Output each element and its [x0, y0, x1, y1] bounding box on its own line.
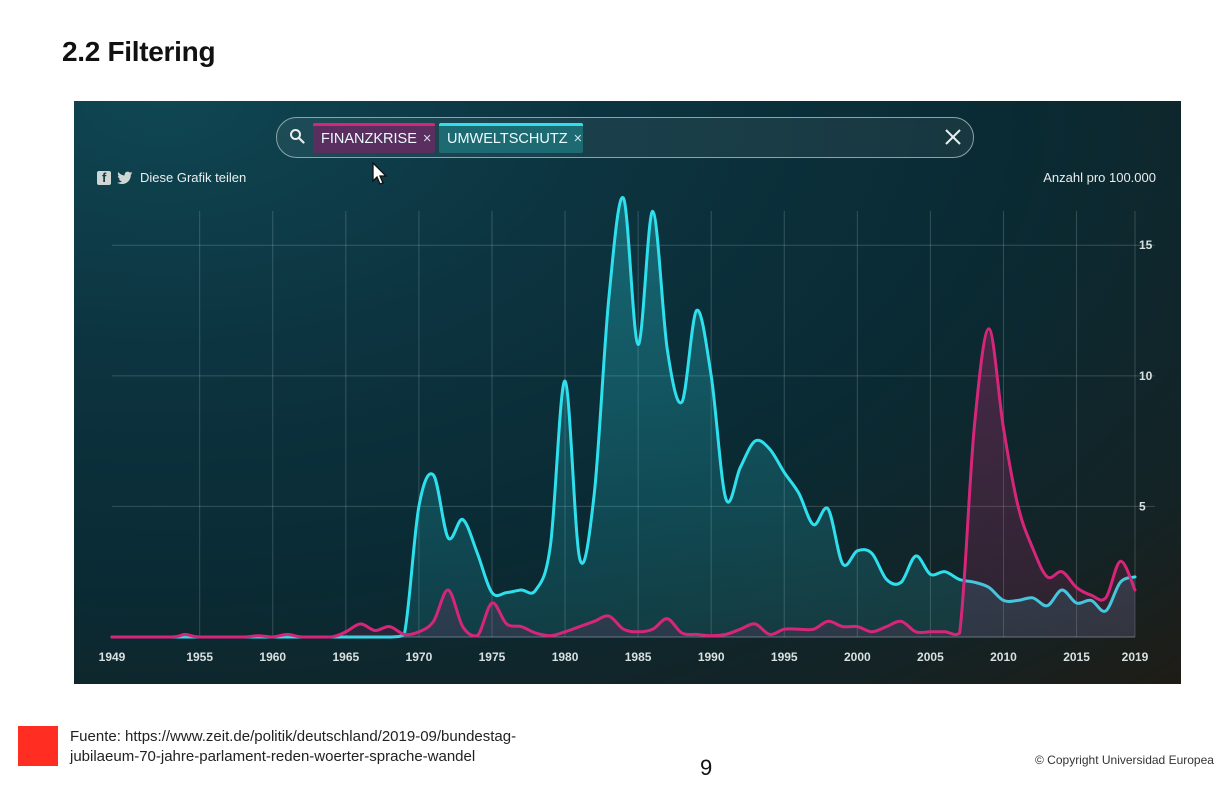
remove-tag-umweltschutz-icon[interactable]: ×	[574, 131, 582, 147]
x-tick-label-2005: 2005	[917, 650, 944, 664]
x-tick-label-2010: 2010	[990, 650, 1017, 664]
x-tick-label-1975: 1975	[479, 650, 506, 664]
facebook-icon[interactable]	[97, 170, 111, 185]
source-line-2: jubilaeum-70-jahre-parlament-reden-woert…	[70, 748, 476, 765]
x-tick-label-2000: 2000	[844, 650, 871, 664]
y-tick-label-15: 15	[1139, 238, 1153, 252]
clear-search-icon[interactable]	[943, 127, 963, 147]
tag-umweltschutz[interactable]: UMWELTSCHUTZ ×	[439, 123, 583, 153]
share-graphic[interactable]: Diese Grafik teilen	[97, 170, 246, 185]
source-line-1: Fuente: https://www.zeit.de/politik/deut…	[70, 728, 517, 745]
slide-title: 2.2 Filtering	[62, 36, 216, 67]
y-tick-label-10: 10	[1139, 369, 1153, 383]
x-tick-label-1980: 1980	[552, 650, 579, 664]
search-icon	[290, 129, 305, 144]
remove-tag-finanzkrise-icon[interactable]: ×	[423, 131, 431, 147]
unit-label: Anzahl pro 100.000	[1043, 170, 1156, 185]
tag-umweltschutz-label: UMWELTSCHUTZ	[447, 131, 568, 147]
x-tick-label-1970: 1970	[406, 650, 433, 664]
source-citation: Fuente: https://www.zeit.de/politik/deut…	[70, 727, 630, 767]
search-bar[interactable]: FINANZKRISE × UMWELTSCHUTZ ×	[276, 117, 974, 158]
x-tick-label-1995: 1995	[771, 650, 798, 664]
brand-square	[18, 726, 58, 766]
x-tick-label-1990: 1990	[698, 650, 725, 664]
tag-finanzkrise[interactable]: FINANZKRISE ×	[313, 123, 435, 153]
x-tick-label-2015: 2015	[1063, 650, 1090, 664]
x-tick-label-1955: 1955	[186, 650, 213, 664]
tag-finanzkrise-label: FINANZKRISE	[321, 131, 417, 147]
page-number: 9	[700, 755, 713, 780]
x-tick-label-1960: 1960	[259, 650, 286, 664]
share-text: Diese Grafik teilen	[140, 170, 247, 185]
x-tick-label-2019: 2019	[1122, 650, 1149, 664]
twitter-icon[interactable]	[117, 171, 133, 185]
copyright-text: © Copyright Universidad Europea	[1035, 753, 1214, 767]
x-tick-label-1965: 1965	[332, 650, 359, 664]
chart-panel: 5 10 15 1949 1955 1960 1965 1970 1975 1980 1985 199…	[74, 101, 1181, 684]
x-tick-label-1949: 1949	[99, 650, 126, 664]
y-tick-label-5: 5	[1139, 499, 1146, 513]
x-tick-label-1985: 1985	[625, 650, 652, 664]
chart-svg: 5 10 15 1949 1955 1960 1965 1970 1975 1980 1985 199…	[99, 196, 1155, 664]
mouse-cursor-icon	[372, 162, 388, 185]
